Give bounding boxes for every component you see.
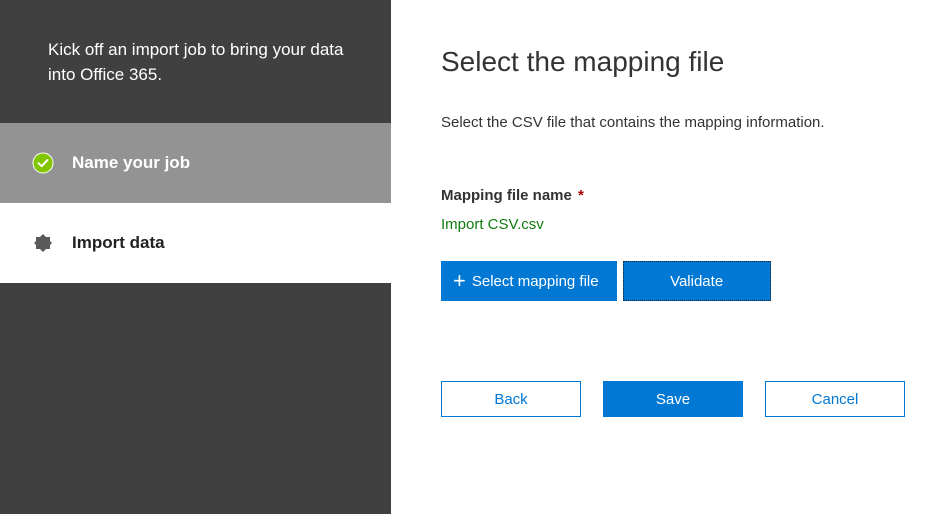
save-button[interactable]: Save [603,381,743,417]
plus-icon: + [453,270,466,292]
checkmark-circle-icon [32,152,54,174]
required-asterisk: * [578,187,584,204]
wizard-sidebar: Kick off an import job to bring your dat… [0,0,391,514]
back-button[interactable]: Back [441,381,581,417]
current-step-icon [32,232,54,254]
wizard-button-bar: Back Save Cancel [441,381,905,417]
field-label-text: Mapping file name [441,187,572,204]
sidebar-intro-text: Kick off an import job to bring your dat… [0,0,391,123]
step-label: Import data [72,233,165,253]
mapping-file-label: Mapping file name * [441,187,905,204]
sidebar-fill [0,283,391,514]
selected-file-name: Import CSV.csv [441,216,905,233]
page-description: Select the CSV file that contains the ma… [441,114,905,131]
wizard-container: Kick off an import job to bring your dat… [0,0,927,514]
select-button-label: Select mapping file [472,273,599,290]
cancel-button[interactable]: Cancel [765,381,905,417]
step-label: Name your job [72,153,190,173]
select-mapping-file-button[interactable]: + Select mapping file [441,261,617,301]
validate-button[interactable]: Validate [623,261,771,301]
wizard-step-name-job[interactable]: Name your job [0,123,391,203]
wizard-step-import-data[interactable]: Import data [0,203,391,283]
wizard-main-panel: Select the mapping file Select the CSV f… [391,0,927,514]
file-action-row: + Select mapping file Validate [441,261,905,301]
page-title: Select the mapping file [441,46,905,78]
validate-button-label: Validate [670,273,723,290]
